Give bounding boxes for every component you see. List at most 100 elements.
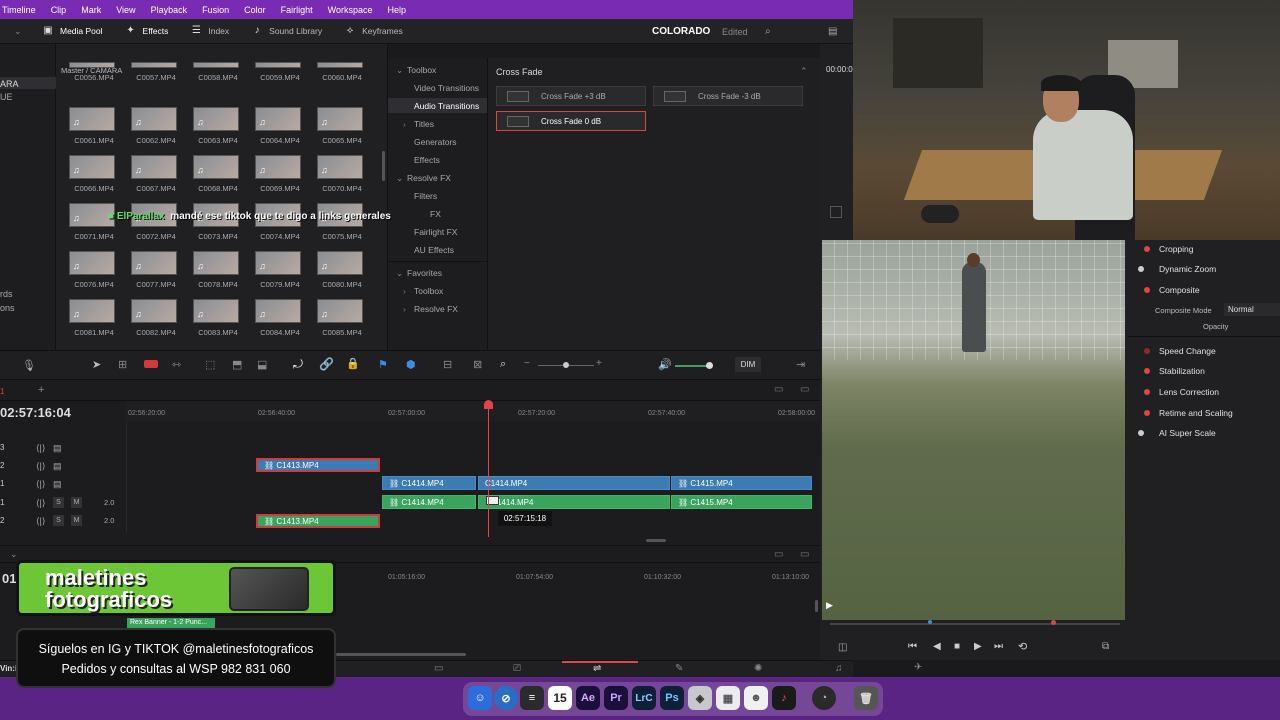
chevron-right-icon[interactable]: ›	[403, 304, 406, 314]
index-tab[interactable]: ☰ Index	[190, 26, 229, 37]
tree-toolbox[interactable]: Toolbox	[407, 65, 436, 75]
tree-effects[interactable]: Effects	[414, 155, 440, 165]
inspector-ai-super-scale[interactable]: AI Super Scale	[1159, 428, 1216, 438]
enabled-dot[interactable]	[1144, 287, 1150, 293]
loop-icon[interactable]: ⟲	[1018, 640, 1027, 653]
media-clip-thumbnail[interactable]: ♫ C0082.MP4	[131, 299, 177, 337]
media-clip-thumbnail[interactable]: C0057.MP4	[131, 62, 177, 82]
premiere-icon[interactable]: Pr	[604, 686, 628, 710]
music-icon[interactable]: ♪	[772, 686, 796, 710]
finder-icon[interactable]: ☺	[468, 686, 492, 710]
timeline-scrollbar[interactable]	[646, 539, 666, 542]
mute-button[interactable]: M	[71, 515, 82, 526]
media-clip-thumbnail[interactable]: ♫ C0063.MP4	[193, 107, 239, 145]
menu-fusion[interactable]: Fusion	[202, 5, 229, 15]
chevron-down-icon[interactable]: ⌄	[396, 65, 403, 76]
tree-fav-resolve-fx[interactable]: Resolve FX	[414, 304, 458, 314]
trim-icon[interactable]: ⊞	[118, 358, 127, 371]
play-icon[interactable]: ▶	[974, 641, 982, 652]
after-effects-icon[interactable]: Ae	[576, 686, 600, 710]
viewer-options-icon[interactable]: ◫	[838, 642, 847, 653]
insert-icon[interactable]: ⬚	[205, 358, 215, 371]
lightroom-icon[interactable]: LrC	[632, 686, 656, 710]
timeline-view-icon[interactable]: ▭	[774, 384, 783, 395]
inspector-speed-change[interactable]: Speed Change	[1159, 346, 1216, 356]
smart-bin-item[interactable]: rds	[0, 289, 13, 299]
media-clip-thumbnail[interactable]: ♫ C0067.MP4	[131, 155, 177, 193]
menu-clip[interactable]: Clip	[51, 5, 67, 15]
menu-view[interactable]: View	[116, 5, 135, 15]
auto-track-icon[interactable]: ⟨|⟩	[36, 443, 45, 454]
menu-workspace[interactable]: Workspace	[328, 5, 373, 15]
search-icon[interactable]: ⌕	[765, 26, 771, 37]
microphone-icon[interactable]: 🎙	[22, 359, 36, 372]
sound-library-tab[interactable]: ♪ Sound Library	[251, 26, 322, 37]
media-clip-thumbnail[interactable]: ♫ C0062.MP4	[131, 107, 177, 145]
enabled-dot[interactable]	[1144, 389, 1150, 395]
zoom-full-icon[interactable]: ⊟	[443, 358, 452, 371]
media-clip-thumbnail[interactable]: C0060.MP4	[317, 62, 363, 82]
media-page-icon[interactable]: ▭	[434, 663, 443, 674]
crossfade-plus3[interactable]: Cross Fade +3 dB	[496, 86, 646, 106]
zoom-out-icon[interactable]: −	[524, 358, 530, 369]
solo-button[interactable]: S	[53, 515, 64, 526]
volume-icon[interactable]: 🔊	[658, 358, 672, 371]
flag-icon[interactable]: ⚑	[378, 358, 388, 371]
play-icon[interactable]: ▶	[826, 600, 833, 611]
timeline-view-icon[interactable]: ▭	[800, 549, 809, 560]
zoom-slider-knob[interactable]	[563, 362, 569, 368]
snapping-icon[interactable]: ⤾	[293, 357, 303, 372]
media-clip-thumbnail[interactable]: ♫ C0085.MP4	[317, 299, 363, 337]
media-clip-thumbnail[interactable]: ♫ C0080.MP4	[317, 251, 363, 289]
solo-button[interactable]: S	[53, 497, 64, 508]
mute-button[interactable]: M	[71, 497, 82, 508]
zoom-custom-icon[interactable]: ⌕	[500, 358, 506, 371]
tree-video-transitions[interactable]: Video Transitions	[414, 83, 479, 93]
smart-bin-item[interactable]: ons	[0, 303, 15, 313]
volume-knob[interactable]	[706, 362, 713, 369]
auto-track-icon[interactable]: ⟨|⟩	[36, 479, 45, 490]
inspector-dynamic-zoom[interactable]: Dynamic Zoom	[1159, 264, 1216, 274]
media-clip-thumbnail[interactable]: ♫ C0069.MP4	[255, 155, 301, 193]
timeline-clip[interactable]: ⛓ C1413.MP4	[256, 458, 380, 472]
marker-icon[interactable]: ⬢	[406, 358, 416, 371]
chevron-down-icon[interactable]: ⌄	[396, 268, 403, 279]
tree-au-effects[interactable]: AU Effects	[414, 245, 454, 255]
zoom-in-icon[interactable]: +	[596, 358, 602, 369]
in-marker[interactable]	[928, 620, 932, 624]
inspector-retime-scaling[interactable]: Retime and Scaling	[1159, 408, 1233, 418]
chevron-right-icon[interactable]: ›	[403, 286, 406, 296]
media-pool-tab[interactable]: ▣ Media Pool	[42, 26, 102, 37]
timeline-clip[interactable]: ⛓ C1415.MP4	[671, 495, 812, 509]
lock-icon[interactable]: 🔒	[346, 357, 360, 370]
timeline-clip[interactable]: 1414.MP4	[478, 495, 670, 509]
tree-generators[interactable]: Generators	[414, 137, 457, 147]
activity-icon[interactable]: ◔	[812, 686, 836, 710]
dynamic-trim-icon[interactable]: ⇿	[172, 358, 181, 371]
timeline-view-icon[interactable]: ▭	[800, 384, 809, 395]
menu-mark[interactable]: Mark	[81, 5, 101, 15]
stop-icon[interactable]: ■	[954, 641, 960, 652]
lower-vscrollbar[interactable]	[815, 600, 818, 612]
auto-track-icon[interactable]: ⟨|⟩	[36, 516, 45, 527]
fullscreen-timeline-icon[interactable]: ⇥	[796, 358, 805, 371]
lower-scrollbar[interactable]	[336, 653, 466, 656]
tree-fairlight-fx[interactable]: Fairlight FX	[414, 227, 457, 237]
reverse-play-icon[interactable]: ◀	[933, 641, 941, 652]
fullscreen-icon[interactable]: ⧉	[1102, 641, 1109, 652]
timeline-clip[interactable]: C1414.MP4	[478, 476, 670, 490]
media-clip-thumbnail[interactable]: ♫ C0078.MP4	[193, 251, 239, 289]
menu-fairlight[interactable]: Fairlight	[281, 5, 313, 15]
overwrite-icon[interactable]: ⬒	[232, 358, 242, 371]
media-clip-thumbnail[interactable]: ♫ C0077.MP4	[131, 251, 177, 289]
menu-timeline[interactable]: Timeline	[2, 5, 36, 15]
replace-icon[interactable]: ⬓	[257, 358, 267, 371]
inspector-cropping[interactable]: Cropping	[1159, 244, 1194, 254]
discord-icon[interactable]: ☻	[744, 686, 768, 710]
tree-resolve-fx[interactable]: Resolve FX	[407, 173, 451, 183]
menu-playback[interactable]: Playback	[151, 5, 188, 15]
media-clip-thumbnail[interactable]: ♫ C0076.MP4	[69, 251, 115, 289]
chevron-right-icon[interactable]: ›	[403, 119, 406, 129]
inspector-stabilization[interactable]: Stabilization	[1159, 366, 1205, 376]
monitor-icon[interactable]: ▤	[53, 461, 62, 472]
